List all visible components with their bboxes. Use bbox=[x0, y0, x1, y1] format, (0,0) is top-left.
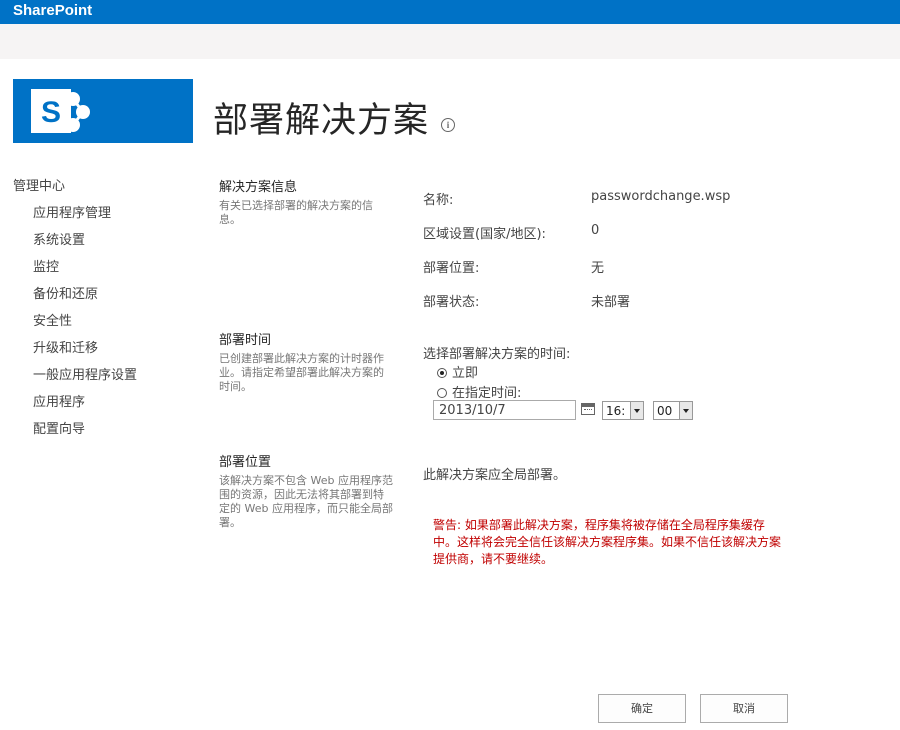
nav-item-upgrade-migration[interactable]: 升级和迁移 bbox=[33, 337, 98, 356]
nav-item-general-app-settings[interactable]: 一般应用程序设置 bbox=[33, 364, 137, 383]
nav-item-application-management[interactable]: 应用程序管理 bbox=[33, 202, 111, 221]
nav-item-backup-restore[interactable]: 备份和还原 bbox=[33, 283, 98, 302]
radio-option-now[interactable]: 立即 bbox=[437, 362, 478, 381]
suite-bar: SharePoint bbox=[0, 0, 900, 24]
svg-text:S: S bbox=[41, 96, 61, 129]
section-title-deploy-time: 部署时间 bbox=[219, 333, 272, 348]
chevron-down-icon bbox=[679, 402, 692, 419]
section-desc-solution-info: 有关已选择部署的解决方案的信息。 bbox=[219, 199, 373, 226]
cancel-button[interactable]: 取消 bbox=[700, 694, 788, 723]
info-icon[interactable]: i bbox=[441, 118, 455, 132]
radio-now-label: 立即 bbox=[452, 366, 479, 381]
sharepoint-logo-icon: S bbox=[31, 89, 90, 133]
prop-value-deployed-to: 无 bbox=[591, 261, 605, 276]
chevron-down-icon bbox=[630, 402, 643, 419]
prop-label-locale: 区域设置(国家/地区): bbox=[423, 227, 546, 242]
radio-specific-label: 在指定时间: bbox=[452, 386, 522, 401]
calendar-icon[interactable] bbox=[581, 403, 595, 415]
sharepoint-brand-link[interactable]: SharePoint bbox=[13, 0, 92, 22]
minute-select-value: 00 bbox=[657, 404, 673, 418]
radio-option-specific-time[interactable]: 在指定时间: bbox=[437, 382, 521, 401]
nav-heading-central-admin[interactable]: 管理中心 bbox=[13, 175, 65, 194]
date-input[interactable]: 2013/10/7 bbox=[433, 400, 576, 420]
nav-item-monitoring[interactable]: 监控 bbox=[33, 256, 59, 275]
page-title: 部署解决方案 bbox=[213, 101, 430, 140]
gac-warning-text: 警告: 如果部署此解决方案，程序集将被存储在全局程序集缓存中。这样将会完全信任该… bbox=[433, 518, 782, 566]
nav-item-config-wizards[interactable]: 配置向导 bbox=[33, 418, 85, 437]
minute-select[interactable]: 00 bbox=[653, 401, 693, 420]
radio-now-selected-icon[interactable] bbox=[437, 368, 447, 378]
ribbon-area bbox=[0, 24, 900, 59]
hour-select[interactable]: 16: bbox=[602, 401, 644, 420]
nav-item-security[interactable]: 安全性 bbox=[33, 310, 72, 329]
section-title-deploy-location: 部署位置 bbox=[219, 455, 272, 470]
section-desc-deploy-time: 已创建部署此解决方案的计时器作业。请指定希望部署此解决方案的时间。 bbox=[219, 352, 384, 393]
nav-item-apps[interactable]: 应用程序 bbox=[33, 391, 85, 410]
nav-item-system-settings[interactable]: 系统设置 bbox=[33, 229, 85, 248]
site-logo[interactable]: S bbox=[13, 79, 193, 143]
ok-button[interactable]: 确定 bbox=[598, 694, 686, 723]
deploy-time-prompt: 选择部署解决方案的时间: bbox=[423, 347, 571, 362]
section-title-solution-info: 解决方案信息 bbox=[219, 180, 298, 195]
prop-value-locale: 0 bbox=[591, 223, 600, 238]
hour-select-value: 16: bbox=[606, 404, 626, 418]
global-deploy-note: 此解决方案应全局部署。 bbox=[423, 468, 567, 483]
prop-value-name: passwordchange.wsp bbox=[591, 189, 731, 204]
section-desc-deploy-location: 该解决方案不包含 Web 应用程序范围的资源，因此无法将其部署到特定的 Web … bbox=[219, 474, 393, 529]
prop-label-deployed-to: 部署位置: bbox=[423, 261, 480, 276]
radio-specific-icon[interactable] bbox=[437, 388, 447, 398]
prop-label-name: 名称: bbox=[423, 193, 454, 208]
prop-label-status: 部署状态: bbox=[423, 295, 480, 310]
prop-value-status: 未部署 bbox=[591, 295, 631, 310]
